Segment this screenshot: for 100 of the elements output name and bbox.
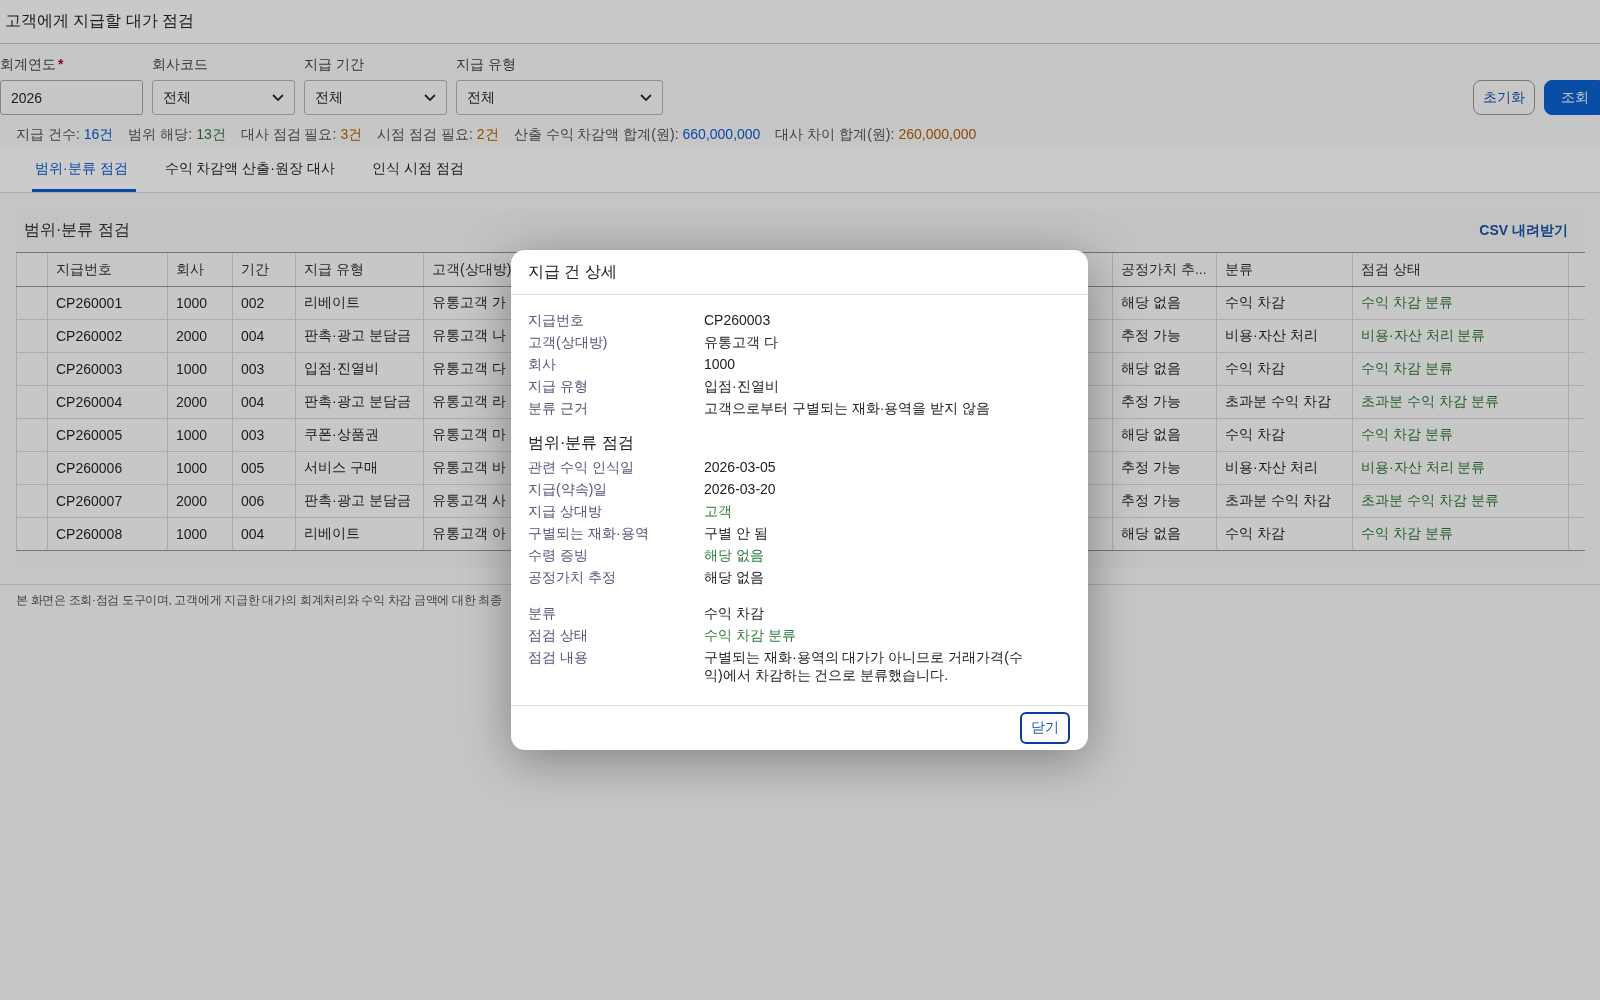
stat-value: 2건 (476, 126, 499, 144)
table-cell: 쿠폰·상품권 (295, 418, 424, 452)
close-button[interactable]: 닫기 (1020, 712, 1070, 744)
chevron-down-icon (640, 93, 652, 102)
table-cell: 판촉·광고 분담금 (295, 319, 424, 353)
payment-number-cell: CP260002 (47, 319, 168, 353)
stat-value: 3건 (340, 126, 363, 144)
column-header[interactable]: 점검 상태 (1352, 252, 1569, 287)
table-cell: 002 (232, 286, 296, 320)
table-cell: 1000 (167, 286, 233, 320)
chevron-down-icon (424, 93, 436, 102)
table-cell: 추정 가능 (1112, 451, 1217, 485)
tab[interactable]: 범위·분류 점검 (32, 149, 136, 192)
table-cell: 1000 (167, 451, 233, 485)
table-cell: 1000 (167, 352, 233, 386)
table-cell: 수익 차감 (1216, 517, 1353, 551)
column-header[interactable]: 지급 유형 (295, 252, 424, 287)
panel-title: 범위·분류 점검 (24, 220, 130, 240)
detail-value: 구별 안 됨 (704, 524, 769, 543)
table-cell: 입점·진열비 (295, 352, 424, 386)
detail-value: 해당 없음 (704, 568, 765, 587)
table-cell: 006 (232, 484, 296, 518)
table-cell: 003 (232, 418, 296, 452)
table-cell: 2000 (167, 484, 233, 518)
table-cell: 해당 없음 (1112, 286, 1217, 320)
status-cell: 수익 차감 분류 (1352, 352, 1569, 386)
table-cell: 수익 차감 (1216, 286, 1353, 320)
detail-value: 1000 (704, 355, 737, 374)
status-cell: 초과분 수익 차감 분류 (1352, 484, 1569, 518)
page-title: 고객에게 지급할 대가 점검 (5, 11, 195, 31)
payment-number-cell: CP260001 (47, 286, 168, 320)
table-cell: 추정 가능 (1112, 319, 1217, 353)
payment-number-cell: CP260007 (47, 484, 168, 518)
column-header[interactable]: 지급번호 (47, 252, 168, 287)
table-cell: 추정 가능 (1112, 484, 1217, 518)
table-cell: 1000 (167, 517, 233, 551)
detail-value: CP260003 (704, 311, 772, 330)
stat-label: 대사 차이 합계(원): (775, 126, 895, 144)
status-cell: 수익 차감 분류 (1352, 286, 1569, 320)
table-cell: 리베이트 (295, 517, 424, 551)
table-cell: 2000 (167, 319, 233, 353)
search-button[interactable]: 조회 (1544, 80, 1600, 115)
table-cell: 해당 없음 (1112, 418, 1217, 452)
table-cell: 초과분 수익 차감 (1216, 385, 1353, 419)
tab[interactable]: 수익 차감액 산출·원장 대사 (161, 149, 343, 192)
field-label: 지급 기간 (304, 56, 364, 74)
table-cell: 005 (232, 451, 296, 485)
table-cell: 판촉·광고 분담금 (295, 385, 424, 419)
status-cell: 비용·자산 처리 분류 (1352, 451, 1569, 485)
payment-number-cell: CP260005 (47, 418, 168, 452)
year-input[interactable]: 2026 (0, 80, 143, 115)
detail-value: 수익 차감 분류 (704, 626, 797, 645)
field-label: 회사코드 (152, 56, 208, 74)
table-cell: 004 (232, 319, 296, 353)
payment-number-cell: CP260003 (47, 352, 168, 386)
status-cell: 수익 차감 분류 (1352, 418, 1569, 452)
payment-number-cell: CP260004 (47, 385, 168, 419)
stat-label: 시점 점검 필요: (377, 126, 473, 144)
column-header[interactable]: 기간 (232, 252, 296, 287)
stat-value: 16건 (83, 126, 114, 144)
table-cell: 수익 차감 (1216, 418, 1353, 452)
detail-value: 2026-03-20 (704, 480, 777, 499)
detail-value: 해당 없음 (704, 546, 765, 565)
reset-button[interactable]: 초기화 (1473, 80, 1535, 115)
detail-label: 회사 (528, 355, 557, 374)
select-field[interactable]: 전체 (456, 80, 663, 115)
csv-download-link[interactable]: CSV 내려받기 (1479, 221, 1568, 240)
table-cell: 비용·자산 처리 (1216, 451, 1353, 485)
chevron-down-icon (272, 93, 284, 102)
stat-label: 지급 건수: (16, 126, 80, 144)
column-header[interactable]: 분류 (1216, 252, 1353, 287)
column-header[interactable]: 회사 (167, 252, 233, 287)
required-mark: * (58, 56, 64, 72)
stat-label: 산출 수익 차감액 합계(원): (513, 126, 679, 144)
select-field[interactable]: 전체 (152, 80, 295, 115)
detail-value: 2026-03-05 (704, 458, 777, 477)
table-cell: 해당 없음 (1112, 352, 1217, 386)
table-cell: 해당 없음 (1112, 517, 1217, 551)
column-header[interactable]: 공정가치 추... (1112, 252, 1217, 287)
status-cell: 비용·자산 처리 분류 (1352, 319, 1569, 353)
tab[interactable]: 인식 시점 점검 (368, 149, 472, 192)
detail-value: 고객으로부터 구별되는 재화·용역을 받지 않음 (704, 399, 992, 418)
table-cell: 리베이트 (295, 286, 424, 320)
table-cell: 수익 차감 (1216, 352, 1353, 386)
payment-number-cell: CP260006 (47, 451, 168, 485)
table-cell: 비용·자산 처리 (1216, 319, 1353, 353)
detail-label: 점검 내용 (528, 648, 589, 667)
table-cell: 003 (232, 352, 296, 386)
table-cell: 판촉·광고 분담금 (295, 484, 424, 518)
table-cell: 서비스 구매 (295, 451, 424, 485)
table-cell: 004 (232, 517, 296, 551)
status-cell: 수익 차감 분류 (1352, 517, 1569, 551)
table-cell: 추정 가능 (1112, 385, 1217, 419)
detail-label: 공정가치 추정 (528, 568, 617, 587)
select-field[interactable]: 전체 (304, 80, 447, 115)
payment-number-cell: CP260008 (47, 517, 168, 551)
table-cell: 초과분 수익 차감 (1216, 484, 1353, 518)
stat-label: 대사 점검 필요: (240, 126, 337, 144)
field-label: 지급 유형 (456, 56, 516, 74)
status-cell: 초과분 수익 차감 분류 (1352, 385, 1569, 419)
